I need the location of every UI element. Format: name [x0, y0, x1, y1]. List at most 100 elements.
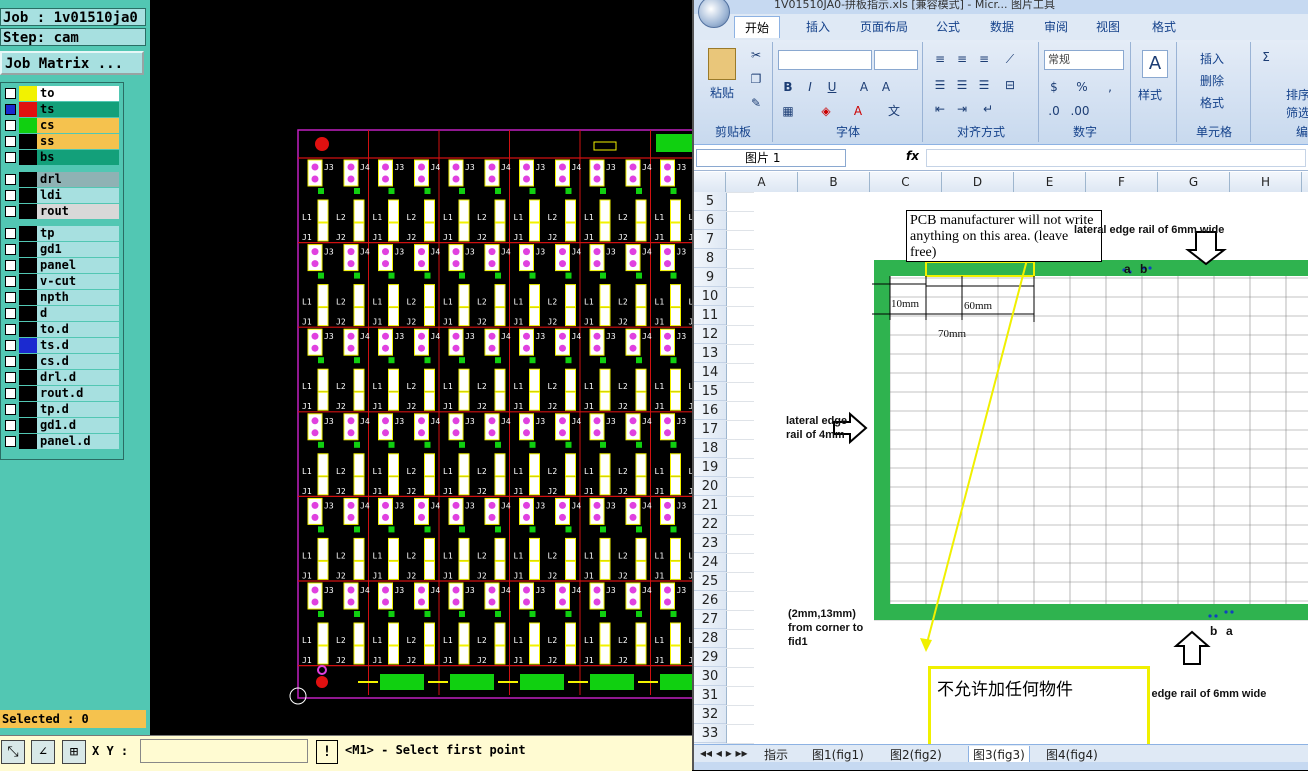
- font-size-box[interactable]: [874, 50, 918, 70]
- font-color-icon[interactable]: A: [848, 102, 868, 120]
- ribbon-tab[interactable]: 视图: [1096, 18, 1120, 35]
- number-format-box[interactable]: 常规: [1044, 50, 1124, 70]
- ribbon-tab[interactable]: 插入: [806, 18, 830, 35]
- row-header[interactable]: 26: [694, 591, 726, 610]
- layer-checkbox[interactable]: [5, 88, 16, 99]
- layer-checkbox[interactable]: [5, 136, 16, 147]
- column-header[interactable]: A: [726, 172, 798, 192]
- row-header[interactable]: 25: [694, 572, 726, 591]
- row-header[interactable]: 16: [694, 401, 726, 420]
- layer-row-tp[interactable]: tp: [3, 226, 119, 241]
- row-header[interactable]: 9: [694, 268, 726, 287]
- row-header[interactable]: 21: [694, 496, 726, 515]
- row-header[interactable]: 17: [694, 420, 726, 439]
- orientation-icon[interactable]: ⟋: [1000, 50, 1020, 68]
- row-header[interactable]: 33: [694, 724, 726, 743]
- measure-icon[interactable]: ∠: [31, 740, 55, 764]
- layer-checkbox[interactable]: [5, 276, 16, 287]
- phonetic-icon[interactable]: 文: [884, 102, 904, 120]
- layer-checkbox[interactable]: [5, 308, 16, 319]
- layer-row-bs[interactable]: bs: [3, 150, 119, 165]
- align-bottom-icon[interactable]: ≡: [974, 50, 994, 68]
- layer-row-drl[interactable]: drl: [3, 172, 119, 187]
- warning-button[interactable]: !: [316, 740, 338, 764]
- layer-row-gd1[interactable]: gd1: [3, 242, 119, 257]
- row-header[interactable]: 30: [694, 667, 726, 686]
- layer-checkbox[interactable]: [5, 324, 16, 335]
- layer-row-ss[interactable]: ss: [3, 134, 119, 149]
- row-header[interactable]: 20: [694, 477, 726, 496]
- italic-icon[interactable]: I: [800, 78, 820, 96]
- paste-icon[interactable]: [708, 48, 736, 80]
- ribbon-tab[interactable]: 公式: [936, 18, 960, 35]
- zoom-fit-button[interactable]: ⤡: [1, 740, 25, 764]
- comma-icon[interactable]: ,: [1100, 78, 1120, 96]
- styles-label[interactable]: 样式: [1138, 86, 1162, 103]
- layer-checkbox[interactable]: [5, 340, 16, 351]
- ribbon-tab[interactable]: 数据: [990, 18, 1014, 35]
- row-header[interactable]: 32: [694, 705, 726, 724]
- layer-checkbox[interactable]: [5, 190, 16, 201]
- row-header[interactable]: 27: [694, 610, 726, 629]
- increase-indent-icon[interactable]: ⇥: [952, 100, 972, 118]
- layer-row-panel[interactable]: panel: [3, 258, 119, 273]
- column-header[interactable]: H: [1230, 172, 1302, 192]
- layer-row-d[interactable]: d: [3, 306, 119, 321]
- layer-row-tp-d[interactable]: tp.d: [3, 402, 119, 417]
- increase-decimal-icon[interactable]: .0: [1044, 102, 1064, 120]
- row-header[interactable]: 28: [694, 629, 726, 648]
- column-header[interactable]: G: [1158, 172, 1230, 192]
- row-header[interactable]: 5: [694, 192, 726, 211]
- sheet-tab[interactable]: 图4(fig4): [1046, 746, 1098, 763]
- layer-checkbox[interactable]: [5, 174, 16, 185]
- layer-checkbox[interactable]: [5, 404, 16, 415]
- formula-input[interactable]: [926, 149, 1306, 167]
- row-header[interactable]: 13: [694, 344, 726, 363]
- filter-label[interactable]: 筛选: [1286, 104, 1308, 121]
- align-right-icon[interactable]: ☰: [974, 76, 994, 94]
- layer-checkbox[interactable]: [5, 152, 16, 163]
- layer-row-cs-d[interactable]: cs.d: [3, 354, 119, 369]
- sheet-tab[interactable]: 指示: [764, 746, 788, 763]
- border-icon[interactable]: ▦: [778, 102, 798, 120]
- sheet-tab[interactable]: 图1(fig1): [812, 746, 864, 763]
- row-header[interactable]: 23: [694, 534, 726, 553]
- row-header[interactable]: 15: [694, 382, 726, 401]
- grow-font-icon[interactable]: A: [854, 78, 874, 96]
- column-header[interactable]: F: [1086, 172, 1158, 192]
- ribbon-tab[interactable]: 页面布局: [860, 18, 908, 35]
- cut-icon[interactable]: ✂: [746, 46, 766, 64]
- xy-input[interactable]: [140, 739, 308, 763]
- layer-row-to[interactable]: to: [3, 86, 119, 101]
- row-header[interactable]: 31: [694, 686, 726, 705]
- layer-row-ts-d[interactable]: ts.d: [3, 338, 119, 353]
- font-name-box[interactable]: [778, 50, 872, 70]
- layer-checkbox[interactable]: [5, 206, 16, 217]
- wrap-text-icon[interactable]: ↵: [978, 100, 998, 118]
- layer-row-panel-d[interactable]: panel.d: [3, 434, 119, 449]
- grid-icon[interactable]: ⊞: [62, 740, 86, 764]
- layer-row-to-d[interactable]: to.d: [3, 322, 119, 337]
- row-header[interactable]: 7: [694, 230, 726, 249]
- row-header[interactable]: 14: [694, 363, 726, 382]
- row-header[interactable]: 11: [694, 306, 726, 325]
- column-header[interactable]: D: [942, 172, 1014, 192]
- bold-icon[interactable]: B: [778, 78, 798, 96]
- layer-row-rout[interactable]: rout: [3, 204, 119, 219]
- delete-cells[interactable]: 删除: [1200, 72, 1224, 89]
- select-all-corner[interactable]: [694, 172, 726, 192]
- column-header[interactable]: B: [798, 172, 870, 192]
- layer-row-ts[interactable]: ts: [3, 102, 119, 117]
- layer-checkbox[interactable]: [5, 388, 16, 399]
- format-cells[interactable]: 格式: [1200, 94, 1224, 111]
- layer-row-cs[interactable]: cs: [3, 118, 119, 133]
- fill-color-icon[interactable]: ◈: [816, 102, 836, 120]
- name-box[interactable]: 图片 1: [696, 149, 846, 167]
- column-header[interactable]: E: [1014, 172, 1086, 192]
- currency-icon[interactable]: $: [1044, 78, 1064, 96]
- merge-icon[interactable]: ⊟: [1000, 76, 1020, 94]
- pcb-canvas[interactable]: J3 J4L1 L2J1 J2J3 J4L1 L2J1 J2J3 J4L1 L2J1 J2J3 J4…: [150, 0, 692, 735]
- layer-row-gd1-d[interactable]: gd1.d: [3, 418, 119, 433]
- layer-checkbox[interactable]: [5, 420, 16, 431]
- layer-checkbox[interactable]: [5, 244, 16, 255]
